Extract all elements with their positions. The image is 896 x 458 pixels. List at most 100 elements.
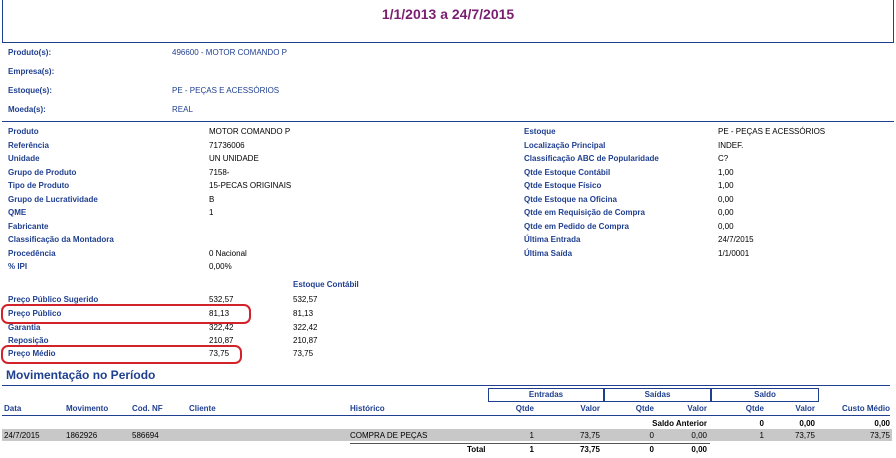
detail-value: 7158- [209, 168, 230, 177]
detail-value: C? [718, 154, 729, 163]
price-contabil: 322,42 [293, 323, 318, 332]
price-contabil: 73,75 [293, 349, 314, 358]
detail-value: 15-PECAS ORIGINAIS [209, 181, 292, 190]
detail-label: Estoque [524, 127, 556, 136]
saldo-anterior-valor: 0,00 [799, 419, 815, 428]
cell-cod-nf: 586694 [132, 431, 159, 440]
detail-value: 1 [209, 208, 214, 217]
detail-label: Qtde Estoque Contábil [524, 168, 611, 177]
detail-value: 71736006 [209, 141, 245, 150]
cell-ent-valor: 73,75 [579, 431, 600, 440]
col-header-movimento: Movimento [66, 404, 109, 413]
price-label: Reposição [8, 336, 49, 345]
cell-sal-qtde: 1 [759, 431, 764, 440]
highlight-preco-medio [1, 345, 242, 364]
detail-value: UN UNIDADE [209, 154, 259, 163]
col-header-cliente: Cliente [189, 404, 216, 413]
detail-value: MOTOR COMANDO P [209, 127, 291, 136]
price-value: 322,42 [209, 323, 234, 332]
detail-value: PE - PEÇAS E ACESSÓRIOS [718, 127, 826, 136]
report-title: 1/1/2013 a 24/7/2015 [381, 6, 515, 22]
total-label: Total [467, 445, 486, 454]
col-header-sal-valor: Valor [795, 404, 815, 413]
total-ent-qtde: 1 [529, 445, 534, 454]
cell-custo-medio: 73,75 [869, 431, 890, 440]
cell-ent-qtde: 1 [529, 431, 534, 440]
highlight-preco-publico [1, 304, 251, 324]
price-contabil: 532,57 [293, 295, 318, 304]
detail-label: Qtde Estoque Físico [524, 181, 602, 190]
detail-label: Produto [8, 127, 39, 136]
detail-label: Qtde em Requisição de Compra [524, 208, 645, 217]
saldo-anterior-qtde: 0 [759, 419, 764, 428]
detail-label: Última Saída [524, 249, 573, 258]
detail-label: Última Entrada [524, 235, 581, 244]
col-header-sai-valor: Valor [687, 404, 707, 413]
price-label: Garantia [8, 323, 41, 332]
price-column-header: Estoque Contábil [293, 280, 359, 289]
detail-label: Unidade [8, 154, 40, 163]
price-value: 532,57 [209, 295, 234, 304]
detail-label: Qtde em Pedido de Compra [524, 222, 629, 231]
detail-value: 0,00 [718, 222, 734, 231]
price-contabil: 210,87 [293, 336, 318, 345]
detail-value: 1/1/0001 [718, 249, 750, 258]
col-header-sal-qtde: Qtde [745, 404, 764, 413]
detail-value: 1,00 [718, 168, 734, 177]
price-contabil: 81,13 [293, 309, 314, 318]
cell-historico: COMPRA DE PEÇAS [350, 431, 428, 440]
col-header-sai-qtde: Qtde [635, 404, 654, 413]
total-sai-qtde: 0 [649, 445, 654, 454]
detail-label: % IPI [8, 262, 28, 271]
detail-value: 0 Nacional [209, 249, 247, 258]
col-header-ent-valor: Valor [580, 404, 600, 413]
col-header-cod-nf: Cod. NF [132, 404, 163, 413]
detail-label: Tipo de Produto [8, 181, 70, 190]
group-label: Saídas [644, 390, 671, 399]
detail-value: 24/7/2015 [718, 235, 754, 244]
detail-label: Classificação da Montadora [8, 235, 114, 244]
saldo-anterior-label: Saldo Anterior [652, 419, 707, 428]
movement-section-title: Movimentação no Período [6, 368, 156, 382]
cell-sai-valor: 0,00 [691, 431, 707, 440]
detail-value: 0,00 [718, 195, 734, 204]
detail-label: Grupo de Produto [8, 168, 77, 177]
detail-label: QME [8, 208, 27, 217]
detail-value: B [209, 195, 215, 204]
filter-label-estoques: Estoque(s): [8, 86, 52, 95]
detail-label: Qtde Estoque na Oficina [524, 195, 617, 204]
group-header-saldo: Saldo [711, 388, 819, 402]
group-header-saidas: Saídas [604, 388, 711, 402]
detail-value: 0,00 [718, 208, 734, 217]
detail-label: Procedência [8, 249, 56, 258]
detail-value: 0,00% [209, 262, 232, 271]
filter-label-empresas: Empresa(s): [8, 67, 55, 76]
col-header-historico: Histórico [350, 404, 385, 413]
detail-label: Localização Principal [524, 141, 606, 150]
filter-label-produtos: Produto(s): [8, 48, 52, 57]
price-label: Preço Público Sugerido [8, 295, 99, 304]
detail-value: 1,00 [718, 181, 734, 190]
detail-value: INDEF. [718, 141, 744, 150]
cell-sai-qtde: 0 [649, 431, 654, 440]
filter-value-estoques: PE - PEÇAS E ACESSÓRIOS [172, 86, 280, 95]
col-header-data: Data [4, 404, 22, 413]
group-header-entradas: Entradas [488, 388, 604, 402]
group-label: Saldo [754, 390, 776, 399]
col-header-custo-medio: Custo Médio [842, 404, 890, 413]
detail-label: Classificação ABC de Popularidade [524, 154, 659, 163]
cell-sal-valor: 73,75 [794, 431, 815, 440]
detail-label: Grupo de Lucratividade [8, 195, 98, 204]
filter-value-produtos: 496600 - MOTOR COMANDO P [172, 48, 287, 57]
saldo-anterior-custo: 0,00 [874, 419, 890, 428]
total-sai-valor: 0,00 [691, 445, 707, 454]
group-label: Entradas [528, 390, 564, 399]
cell-movimento: 1862926 [66, 431, 98, 440]
col-header-ent-qtde: Qtde [515, 404, 534, 413]
price-value: 210,87 [209, 336, 234, 345]
filter-value-moedas: REAL [172, 105, 193, 114]
total-ent-valor: 73,75 [579, 445, 600, 454]
detail-label: Referência [8, 141, 49, 150]
cell-data: 24/7/2015 [4, 431, 40, 440]
detail-label: Fabricante [8, 222, 49, 231]
